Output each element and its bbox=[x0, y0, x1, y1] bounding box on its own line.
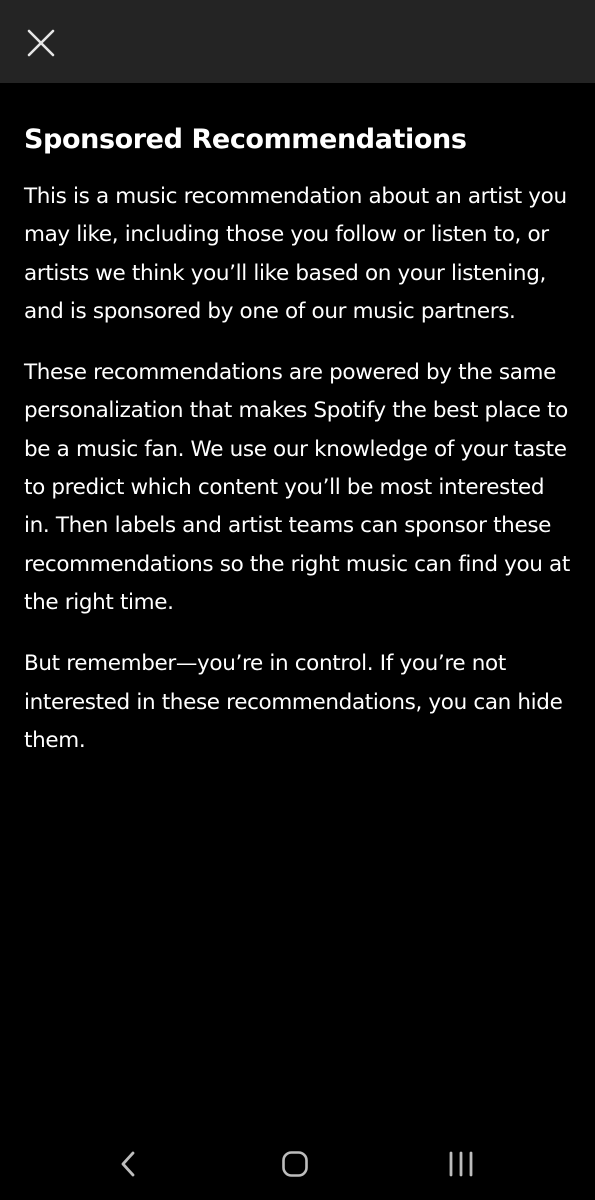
close-icon bbox=[27, 29, 55, 57]
system-navigation-bar bbox=[0, 1130, 595, 1200]
paragraph-personalization: These recommendations are powered by the… bbox=[24, 360, 570, 615]
page-title: Sponsored Recommendations bbox=[24, 124, 467, 155]
nav-back-button[interactable] bbox=[98, 1142, 158, 1186]
top-bar bbox=[0, 0, 595, 83]
recents-icon bbox=[449, 1151, 473, 1177]
back-icon bbox=[121, 1151, 135, 1177]
paragraph-control: But remember—you’re in control. If you’r… bbox=[24, 651, 563, 753]
nav-recents-button[interactable] bbox=[431, 1142, 491, 1186]
content-area: Sponsored Recommendations This is a musi… bbox=[24, 118, 576, 783]
paragraph-intro: This is a music recommendation about an … bbox=[24, 184, 567, 324]
nav-home-button[interactable] bbox=[265, 1142, 325, 1186]
close-button[interactable] bbox=[20, 22, 62, 64]
home-icon bbox=[282, 1151, 308, 1177]
